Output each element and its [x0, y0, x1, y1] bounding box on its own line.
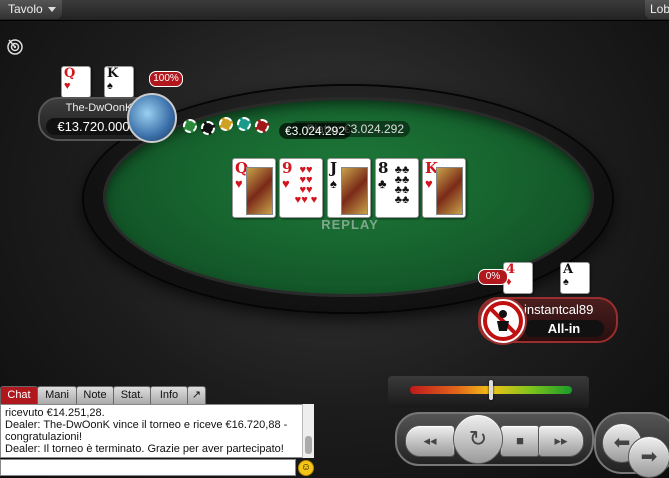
club-pips-icon: ♣♣ ♣♣ ♣♣ ♣♣: [394, 164, 410, 206]
chat-input[interactable]: [0, 459, 296, 476]
emoji-icon[interactable]: ☺: [298, 460, 314, 476]
chevron-down-icon: [48, 7, 56, 12]
stop-button[interactable]: ■: [500, 425, 540, 457]
chat-line: Dealer: Il torneo è terminato. Grazie pe…: [5, 443, 284, 455]
card-rank: K: [107, 66, 119, 81]
hole-card: A ♠: [560, 262, 590, 294]
next-hand-button[interactable]: ➡: [628, 436, 669, 478]
card-suit: ♥: [425, 176, 433, 191]
card-suit: ♠: [107, 80, 113, 92]
tab-chat[interactable]: Chat: [0, 386, 38, 404]
chat-tabs: Chat Mani Note Stat. Info ↗: [0, 386, 206, 404]
jack-face-icon: [341, 167, 368, 215]
player-status: All-in: [524, 320, 604, 337]
card-suit: ♥: [64, 80, 71, 92]
replay-button[interactable]: ↻: [453, 414, 503, 464]
board-card: K ♥: [422, 158, 466, 218]
target-icon[interactable]: [6, 38, 24, 56]
chip-icon: [255, 119, 269, 133]
board-card: 9 ♥ ♥♥ ♥♥ ♥♥ ♥♥ ♥: [279, 158, 323, 218]
card-suit: ♣: [378, 176, 387, 191]
board-card: J ♠: [327, 158, 371, 218]
chip-icon: [219, 117, 233, 131]
avatar[interactable]: [127, 93, 177, 143]
player-bet-amount: €3.024.292: [279, 123, 351, 139]
table-menu-button[interactable]: Tavolo: [0, 0, 62, 19]
card-suit: ♠: [563, 276, 569, 288]
card-rank: Q: [64, 66, 76, 81]
popout-icon[interactable]: ↗: [187, 386, 206, 404]
tab-notes[interactable]: Note: [76, 386, 114, 404]
slider-handle[interactable]: [489, 380, 493, 400]
player-name: instantcal89: [524, 302, 594, 317]
lobby-button[interactable]: Lobby: [645, 0, 669, 19]
card-rank: 8: [378, 159, 389, 177]
tab-hands[interactable]: Mani: [37, 386, 77, 404]
hole-card: K ♠: [104, 66, 134, 98]
card-suit: ♥: [235, 176, 243, 191]
chat-line: Dealer: The-DwOonK vince il torneo e ric…: [5, 419, 288, 443]
win-percentage-badge: 100%: [149, 71, 183, 87]
hole-card: Q ♥: [61, 66, 91, 98]
fast-forward-button[interactable]: ▸▸: [538, 425, 584, 457]
heart-pips-icon: ♥♥ ♥♥ ♥♥ ♥♥ ♥: [294, 164, 318, 206]
tab-stats[interactable]: Stat.: [113, 386, 151, 404]
chat-log: ricevuto €14.251,28. Dealer: The-DwOonK …: [0, 404, 314, 458]
board-card: Q ♥: [232, 158, 276, 218]
chip-icon: [237, 117, 251, 131]
no-avatar-icon[interactable]: [479, 297, 527, 345]
tab-info[interactable]: Info: [150, 386, 188, 404]
card-rank: J: [330, 159, 338, 177]
card-suit: ♥: [282, 176, 290, 191]
chip-icon: [183, 119, 197, 133]
replay-label: REPLAY: [321, 217, 379, 232]
win-percentage-badge: 0%: [478, 269, 508, 285]
board-card: 8 ♣ ♣♣ ♣♣ ♣♣ ♣♣: [375, 158, 419, 218]
chip-icon: [201, 121, 215, 135]
card-suit: ♠: [330, 176, 337, 191]
queen-face-icon: [246, 167, 273, 215]
king-face-icon: [436, 167, 463, 215]
lobby-label: Lobby: [650, 2, 669, 16]
rewind-button[interactable]: ◂◂: [405, 425, 455, 457]
chat-line: ricevuto €14.251,28.: [5, 407, 105, 419]
top-bar: [0, 0, 669, 21]
scrollbar-thumb[interactable]: [305, 436, 312, 454]
card-rank: 9: [282, 159, 293, 177]
card-rank: A: [563, 262, 574, 277]
table-menu-label: Tavolo: [8, 2, 43, 16]
chat-scrollbar[interactable]: [302, 404, 314, 458]
